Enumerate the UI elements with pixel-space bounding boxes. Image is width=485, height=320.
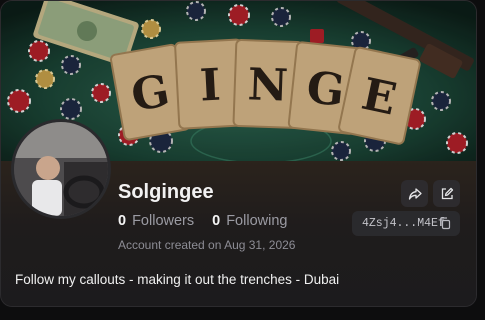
copy-icon[interactable] bbox=[439, 217, 451, 230]
followers-count: 0 bbox=[118, 213, 127, 229]
profile-card: G I N G E Solgingee 0 Followers 0 Follow… bbox=[0, 0, 477, 307]
avatar-photo bbox=[14, 122, 108, 216]
edit-icon bbox=[441, 187, 453, 199]
following-count: 0 bbox=[212, 213, 221, 229]
account-created: Account created on Aug 31, 2026 bbox=[118, 238, 296, 252]
username: Solgingee bbox=[118, 181, 214, 203]
edit-button[interactable] bbox=[433, 180, 460, 207]
share-icon bbox=[408, 187, 422, 200]
following-label: Following bbox=[226, 213, 288, 229]
followers-link[interactable]: 0 Followers bbox=[118, 213, 194, 229]
wallet-address: 4Zsj4...M4Ef bbox=[362, 217, 445, 230]
share-button[interactable] bbox=[401, 180, 428, 207]
bio-text: Follow my callouts - making it out the t… bbox=[15, 272, 340, 287]
follow-stats: 0 Followers 0 Following bbox=[118, 213, 287, 229]
followers-label: Followers bbox=[132, 213, 195, 229]
following-link[interactable]: 0 Following bbox=[212, 213, 287, 229]
avatar[interactable] bbox=[11, 119, 111, 219]
wallet-address-chip[interactable]: 4Zsj4...M4Ef bbox=[352, 211, 460, 236]
